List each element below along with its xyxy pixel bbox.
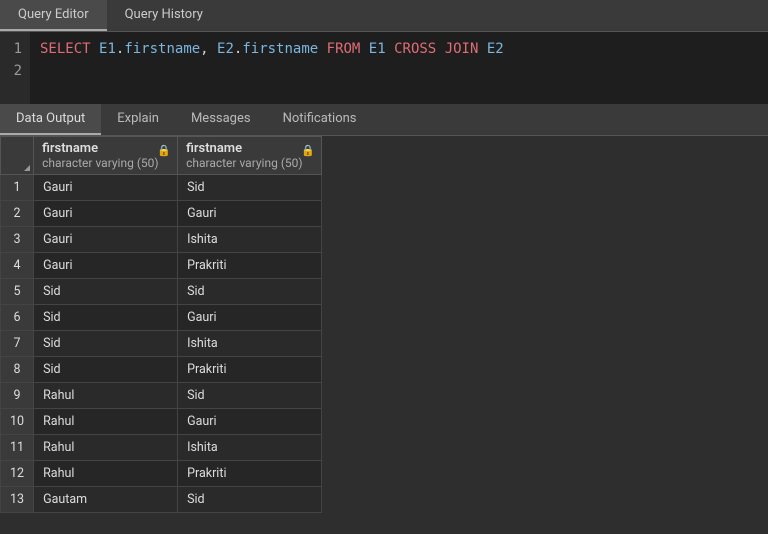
row-number[interactable]: 12 <box>1 461 34 487</box>
column-type: character varying (50) <box>186 156 313 170</box>
sql-identifier: firstname <box>242 41 318 57</box>
sql-keyword: CROSS <box>394 41 436 57</box>
sql-identifier: firstname <box>124 41 200 57</box>
cell[interactable]: Gauri <box>178 201 322 227</box>
cell[interactable]: Prakriti <box>178 357 322 383</box>
cell[interactable]: Sid <box>178 487 322 513</box>
cell[interactable]: Rahul <box>34 409 178 435</box>
cell[interactable]: Sid <box>34 331 178 357</box>
cell[interactable]: Rahul <box>34 461 178 487</box>
tab-data-output[interactable]: Data Output <box>0 104 101 135</box>
row-number[interactable]: 8 <box>1 357 34 383</box>
code-content[interactable]: SELECT E1.firstname, E2.firstname FROM E… <box>30 32 514 104</box>
cell[interactable]: Gauri <box>178 409 322 435</box>
corner-triangle-icon <box>24 165 30 171</box>
tab-notifications[interactable]: Notifications <box>267 104 373 135</box>
cell[interactable]: Rahul <box>34 383 178 409</box>
cell[interactable]: Gauri <box>34 175 178 201</box>
lock-icon: 🔒 <box>157 144 171 157</box>
tab-explain[interactable]: Explain <box>101 104 175 135</box>
column-name: firstname <box>186 141 242 156</box>
table-row[interactable]: 1GauriSid <box>1 175 322 201</box>
lock-icon: 🔒 <box>301 144 315 157</box>
editor-tabs: Query Editor Query History <box>0 0 768 32</box>
row-number-header[interactable] <box>1 137 34 175</box>
sql-identifier: E2 <box>487 41 504 57</box>
row-number[interactable]: 13 <box>1 487 34 513</box>
column-header[interactable]: firstname 🔒 character varying (50) <box>34 137 178 175</box>
cell[interactable]: Gauri <box>34 227 178 253</box>
code-editor[interactable]: 1 2 SELECT E1.firstname, E2.firstname FR… <box>0 32 768 104</box>
cell[interactable]: Sid <box>34 357 178 383</box>
tab-messages[interactable]: Messages <box>175 104 267 135</box>
sql-identifier: E2 <box>217 41 234 57</box>
cell[interactable]: Ishita <box>178 331 322 357</box>
sql-keyword: JOIN <box>445 41 479 57</box>
cell[interactable]: Sid <box>178 175 322 201</box>
cell[interactable]: Gauri <box>34 201 178 227</box>
table-row[interactable]: 5SidSid <box>1 279 322 305</box>
cell[interactable]: Sid <box>34 279 178 305</box>
cell[interactable]: Sid <box>34 305 178 331</box>
cell[interactable]: Gauri <box>178 305 322 331</box>
row-number[interactable]: 11 <box>1 435 34 461</box>
table-row[interactable]: 6SidGauri <box>1 305 322 331</box>
table-row[interactable]: 8SidPrakriti <box>1 357 322 383</box>
sql-keyword: FROM <box>327 41 361 57</box>
cell[interactable]: Prakriti <box>178 253 322 279</box>
row-number[interactable]: 6 <box>1 305 34 331</box>
row-number[interactable]: 9 <box>1 383 34 409</box>
line-number: 1 <box>6 38 22 60</box>
cell[interactable]: Rahul <box>34 435 178 461</box>
row-number[interactable]: 1 <box>1 175 34 201</box>
row-number[interactable]: 5 <box>1 279 34 305</box>
result-tabs: Data Output Explain Messages Notificatio… <box>0 104 768 136</box>
row-number[interactable]: 7 <box>1 331 34 357</box>
column-name: firstname <box>42 141 98 156</box>
table-row[interactable]: 12RahulPrakriti <box>1 461 322 487</box>
cell[interactable]: Gautam <box>34 487 178 513</box>
row-number[interactable]: 3 <box>1 227 34 253</box>
column-header[interactable]: firstname 🔒 character varying (50) <box>178 137 322 175</box>
sql-keyword: SELECT <box>40 41 91 57</box>
table-row[interactable]: 13GautamSid <box>1 487 322 513</box>
cell[interactable]: Ishita <box>178 435 322 461</box>
row-number[interactable]: 10 <box>1 409 34 435</box>
results-table: firstname 🔒 character varying (50) first… <box>0 136 322 513</box>
sql-identifier: E1 <box>99 41 116 57</box>
table-row[interactable]: 3GauriIshita <box>1 227 322 253</box>
tab-query-editor[interactable]: Query Editor <box>0 0 107 31</box>
column-type: character varying (50) <box>42 156 169 170</box>
table-row[interactable]: 2GauriGauri <box>1 201 322 227</box>
cell[interactable]: Gauri <box>34 253 178 279</box>
table-row[interactable]: 11RahulIshita <box>1 435 322 461</box>
row-number[interactable]: 2 <box>1 201 34 227</box>
table-row[interactable]: 10RahulGauri <box>1 409 322 435</box>
table-row[interactable]: 9RahulSid <box>1 383 322 409</box>
cell[interactable]: Sid <box>178 279 322 305</box>
row-number[interactable]: 4 <box>1 253 34 279</box>
table-row[interactable]: 4GauriPrakriti <box>1 253 322 279</box>
line-gutter: 1 2 <box>0 32 30 104</box>
tab-query-history[interactable]: Query History <box>107 0 221 31</box>
cell[interactable]: Sid <box>178 383 322 409</box>
table-row[interactable]: 7SidIshita <box>1 331 322 357</box>
cell[interactable]: Ishita <box>178 227 322 253</box>
sql-identifier: E1 <box>369 41 386 57</box>
line-number: 2 <box>6 60 22 82</box>
cell[interactable]: Prakriti <box>178 461 322 487</box>
